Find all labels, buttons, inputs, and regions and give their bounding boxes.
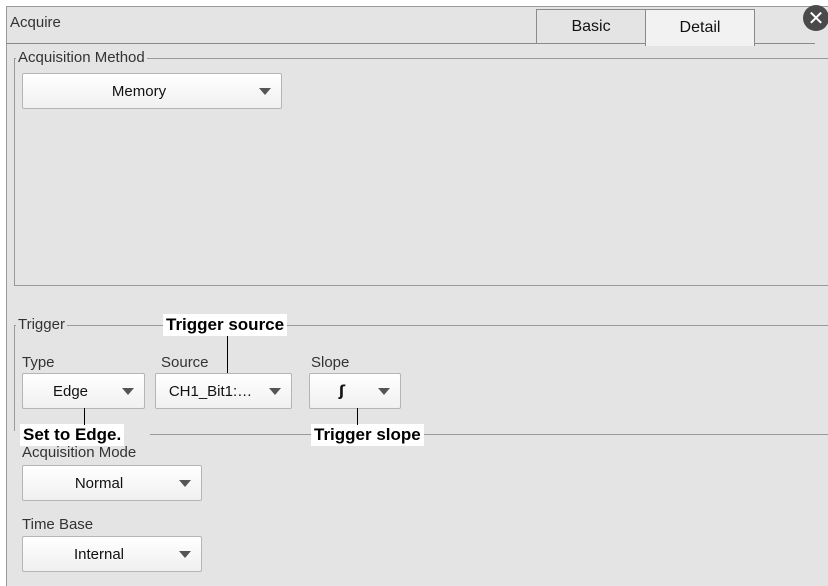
acquisition-mode-label: Acquisition Mode [22,444,137,461]
tab-basic[interactable]: Basic [536,9,646,44]
trigger-type-dropdown[interactable]: Edge [22,373,145,409]
tab-divider [6,43,536,44]
trigger-type-value: Edge [52,382,89,400]
callout-set-to-edge: Set to Edge. [20,424,125,446]
dialog-title: Acquire [10,14,61,31]
callout-leader [357,408,358,425]
acquisition-mode-dropdown[interactable]: Normal [22,465,202,501]
callout-leader [84,408,85,425]
time-base-label: Time Base [22,516,94,533]
acquisition-method-label: Acquisition Method [16,49,147,66]
trigger-source-dropdown[interactable]: CH1_Bit1:… [155,373,292,409]
acquisition-method-value: Memory [111,82,167,100]
acquisition-method-dropdown[interactable]: Memory [22,73,282,109]
chevron-down-icon [378,387,390,395]
trigger-slope-label: Slope [311,354,350,371]
trigger-slope-dropdown[interactable]: ʃ [309,373,401,409]
callout-trigger-slope: Trigger slope [311,424,424,446]
chevron-down-icon [179,550,191,558]
trigger-group-label: Trigger [16,316,67,333]
chevron-down-icon [259,87,271,95]
tab-divider [755,43,815,44]
chevron-down-icon [179,479,191,487]
time-base-value: Internal [73,545,125,563]
callout-divider [150,434,828,435]
callout-leader [227,336,228,373]
trigger-source-label: Source [161,354,209,371]
acquisition-mode-value: Normal [74,474,124,492]
chevron-down-icon [122,387,134,395]
rising-edge-icon: ʃ [338,382,346,400]
time-base-dropdown[interactable]: Internal [22,536,202,572]
tab-detail[interactable]: Detail [645,9,755,46]
chevron-down-icon [269,387,281,395]
trigger-source-value: CH1_Bit1:… [168,382,253,400]
close-icon: ✕ [807,6,825,30]
trigger-type-label: Type [22,354,55,371]
callout-trigger-source: Trigger source [163,314,288,336]
close-button[interactable]: ✕ [803,5,828,31]
